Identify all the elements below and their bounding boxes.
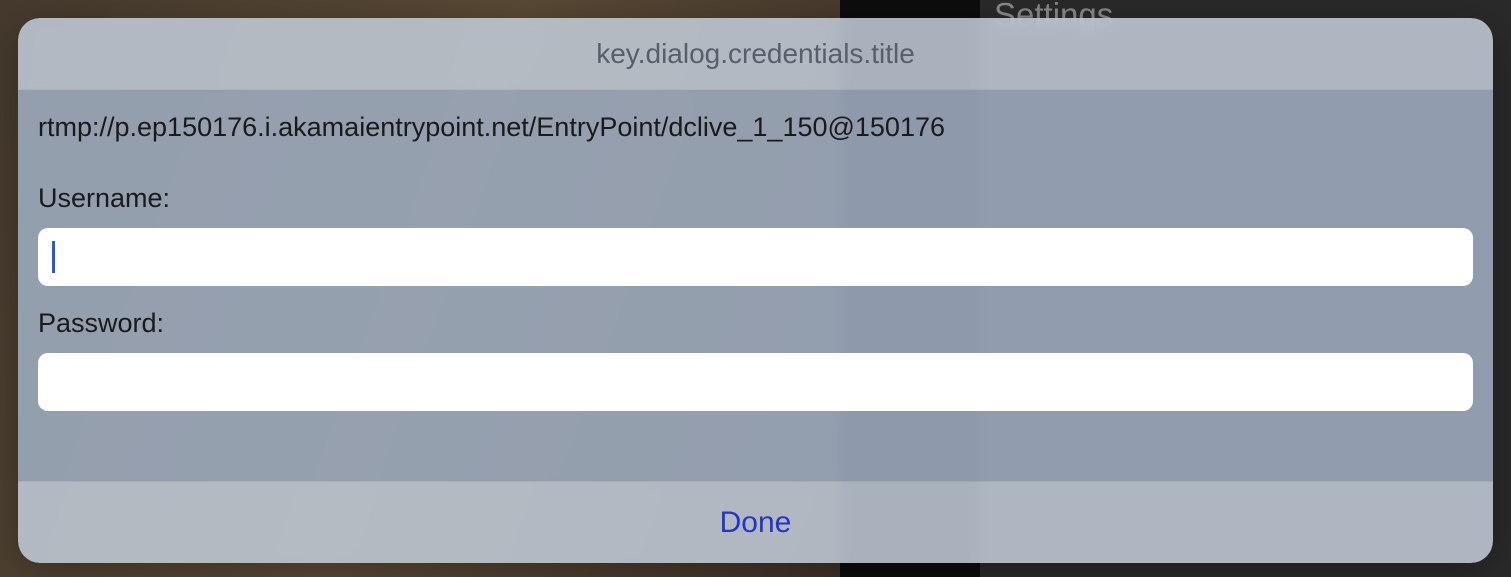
done-button[interactable]: Done xyxy=(18,482,1493,563)
dialog-header: key.dialog.credentials.title xyxy=(18,18,1493,90)
credentials-dialog: key.dialog.credentials.title rtmp://p.ep… xyxy=(18,18,1493,563)
dialog-title: key.dialog.credentials.title xyxy=(596,38,915,70)
rtmp-url-text: rtmp://p.ep150176.i.akamaientrypoint.net… xyxy=(38,112,1473,143)
username-label: Username: xyxy=(38,183,1473,214)
password-input[interactable] xyxy=(38,353,1473,411)
password-label: Password: xyxy=(38,308,1473,339)
username-input[interactable] xyxy=(38,228,1473,286)
dialog-body: rtmp://p.ep150176.i.akamaientrypoint.net… xyxy=(18,90,1493,481)
dialog-footer: Done xyxy=(18,481,1493,563)
